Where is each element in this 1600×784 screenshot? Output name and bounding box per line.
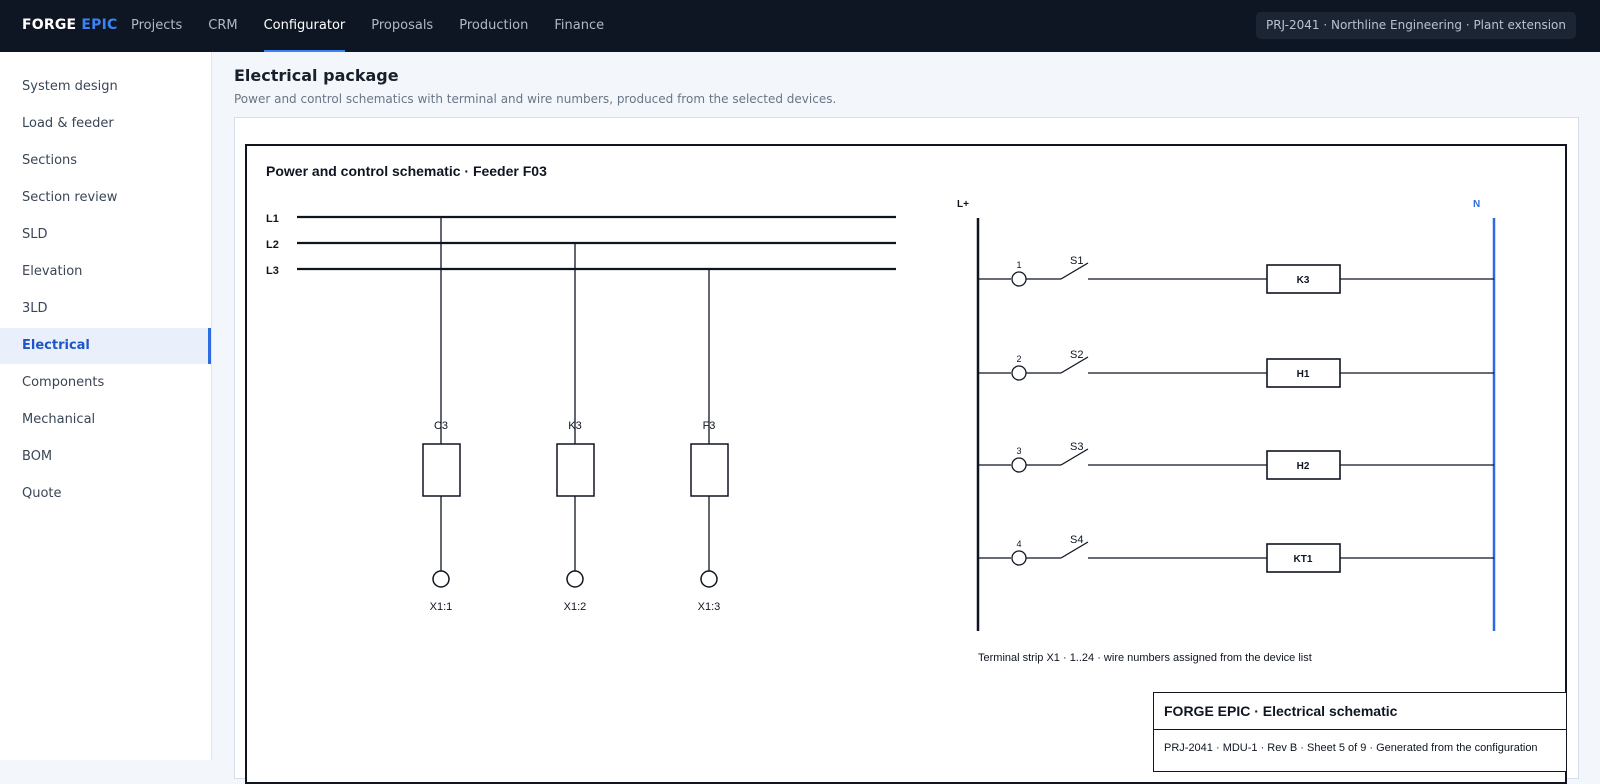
title-block-title: FORGE EPIC · Electrical schematic: [1154, 693, 1566, 730]
terminal-label: X1:3: [698, 601, 721, 613]
coil-label: H2: [1297, 461, 1310, 472]
terminal-label: X1:2: [564, 601, 587, 613]
busbar-label-l2: L2: [266, 239, 279, 251]
terminal-symbol: [700, 570, 718, 588]
wire-number: 3: [1016, 446, 1021, 456]
rung-terminal: [1011, 365, 1027, 381]
title-block: FORGE EPIC · Electrical schematic PRJ-20…: [1153, 692, 1567, 772]
busbar-label-l1: L1: [266, 213, 279, 225]
switch-label: S4: [1070, 534, 1083, 546]
power-circuit: L1 L2 L3 C3 X1:1 K3 X1:2 F3 X1:3: [266, 213, 896, 613]
wire-number: 1: [1016, 260, 1021, 270]
busbar-label-l3: L3: [266, 265, 279, 277]
schematic-drawing: Power and control schematic · Feeder F03…: [266, 163, 1496, 664]
switch-label: S2: [1070, 349, 1083, 361]
branch-device-label: F3: [703, 420, 716, 432]
terminal-symbol: [432, 570, 450, 588]
branch-device-label: C3: [434, 420, 448, 432]
switch-label: S1: [1070, 255, 1083, 267]
branch-device-symbol: [556, 443, 595, 497]
coil-label: K3: [1297, 275, 1310, 286]
branch-device-symbol: [422, 443, 461, 497]
terminal-symbol: [566, 570, 584, 588]
terminal-strip-note: Terminal strip X1 · 1..24 · wire numbers…: [978, 652, 1312, 664]
coil-label: H1: [1297, 369, 1310, 380]
schematic-title: Power and control schematic · Feeder F03: [266, 163, 547, 179]
switch-label: S3: [1070, 441, 1083, 453]
rung-terminal: [1011, 457, 1027, 473]
branch-device-symbol: [690, 443, 729, 497]
control-circuit: L+ N 1 S1 K3 2 S2 H1 3 S3 H2 4 S4 KT1: [957, 199, 1496, 631]
rung-terminal: [1011, 550, 1027, 566]
branch-device-label: K3: [568, 420, 581, 432]
right-rail-label: N: [1473, 199, 1480, 210]
rung-terminal: [1011, 271, 1027, 287]
wire-number: 4: [1016, 539, 1021, 549]
wire-number: 2: [1016, 354, 1021, 364]
title-block-meta: PRJ-2041 · MDU-1 · Rev B · Sheet 5 of 9 …: [1164, 742, 1538, 754]
coil-label: KT1: [1294, 554, 1313, 565]
terminal-label: X1:1: [430, 601, 453, 613]
left-rail-label: L+: [957, 199, 969, 210]
